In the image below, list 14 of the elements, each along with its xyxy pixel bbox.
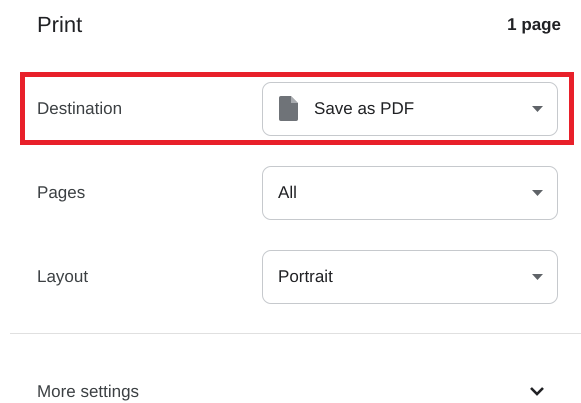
caret-icon xyxy=(532,106,543,112)
dialog-title: Print xyxy=(37,12,82,38)
chevron-icon xyxy=(530,387,544,396)
file-icon xyxy=(278,96,298,121)
setting-dropdown[interactable]: All xyxy=(262,166,558,220)
caret-icon xyxy=(532,190,543,196)
setting-label: Destination xyxy=(37,98,124,118)
more-settings-toggle[interactable]: More settings xyxy=(0,334,571,403)
setting-dropdown[interactable]: Save as PDF xyxy=(262,82,558,136)
page-count: 1 page xyxy=(507,15,561,35)
setting-dropdown[interactable]: Portrait xyxy=(262,250,558,304)
setting-label: Layout xyxy=(37,266,90,286)
caret-icon xyxy=(532,274,543,280)
setting-label: Pages xyxy=(37,182,86,202)
